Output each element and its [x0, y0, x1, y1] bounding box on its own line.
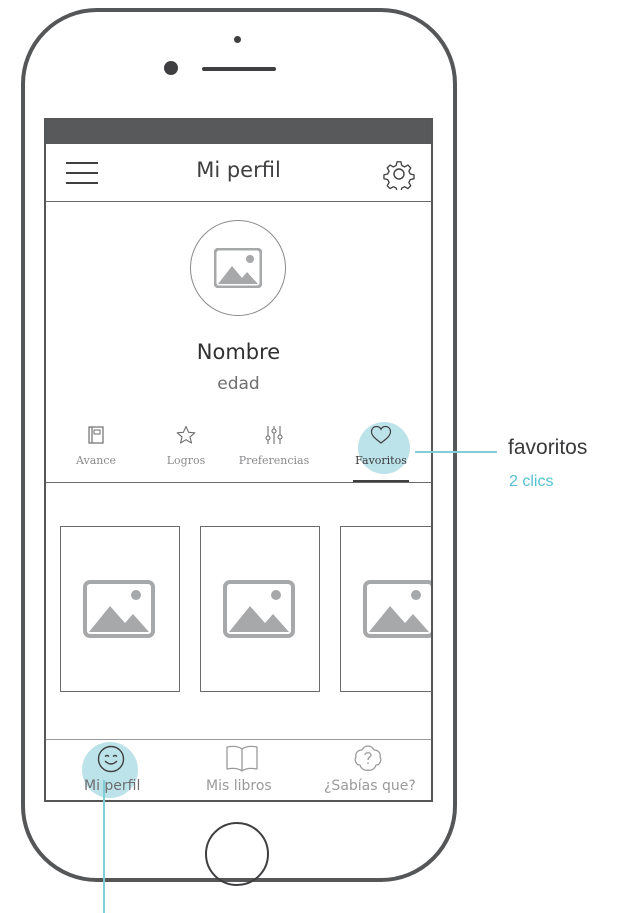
gear-icon[interactable]	[383, 158, 415, 193]
profile-name: Nombre	[196, 340, 281, 364]
tab-label: Favoritos	[355, 454, 407, 467]
smile-icon	[97, 745, 125, 773]
nav-label: Mis libros	[206, 778, 272, 794]
callout-connector-mi-perfil	[103, 780, 105, 913]
earpiece-speaker	[202, 67, 276, 71]
avatar[interactable]	[190, 220, 286, 316]
sliders-icon	[265, 426, 283, 444]
tab-label: Preferencias	[238, 454, 310, 467]
heart-icon	[370, 425, 392, 444]
image-placeholder-icon	[214, 248, 262, 288]
favorite-card[interactable]	[200, 526, 320, 692]
question-cloud-icon	[354, 745, 382, 771]
app-header: Mi perfil	[46, 144, 431, 202]
open-book-icon	[226, 745, 258, 772]
nav-label: Mi perfil	[84, 778, 141, 794]
image-placeholder-icon	[83, 580, 155, 638]
nav-label: ¿Sabías que?	[324, 778, 416, 794]
callout-subtitle: 2 clics	[509, 473, 554, 490]
callout-connector-favoritos	[415, 451, 497, 453]
tab-label: Avance	[75, 454, 117, 467]
app-screen: Mi perfil Nombre edad Avance Logros Pref…	[44, 118, 433, 802]
tab-label: Logros	[166, 454, 206, 467]
image-placeholder-icon	[363, 580, 431, 638]
favorite-card[interactable]	[60, 526, 180, 692]
favorite-card[interactable]	[340, 526, 431, 692]
star-icon	[176, 425, 196, 444]
callout-title: favoritos	[508, 436, 588, 459]
image-placeholder-icon	[223, 580, 295, 638]
bottom-nav-divider	[46, 739, 431, 740]
tab-divider	[46, 482, 431, 483]
home-button[interactable]	[205, 822, 269, 886]
profile-age: edad	[217, 374, 260, 394]
book-icon	[88, 426, 104, 444]
status-bar	[46, 120, 431, 144]
front-camera	[164, 61, 178, 75]
proximity-sensor	[234, 36, 241, 43]
page-title: Mi perfil	[196, 158, 281, 182]
